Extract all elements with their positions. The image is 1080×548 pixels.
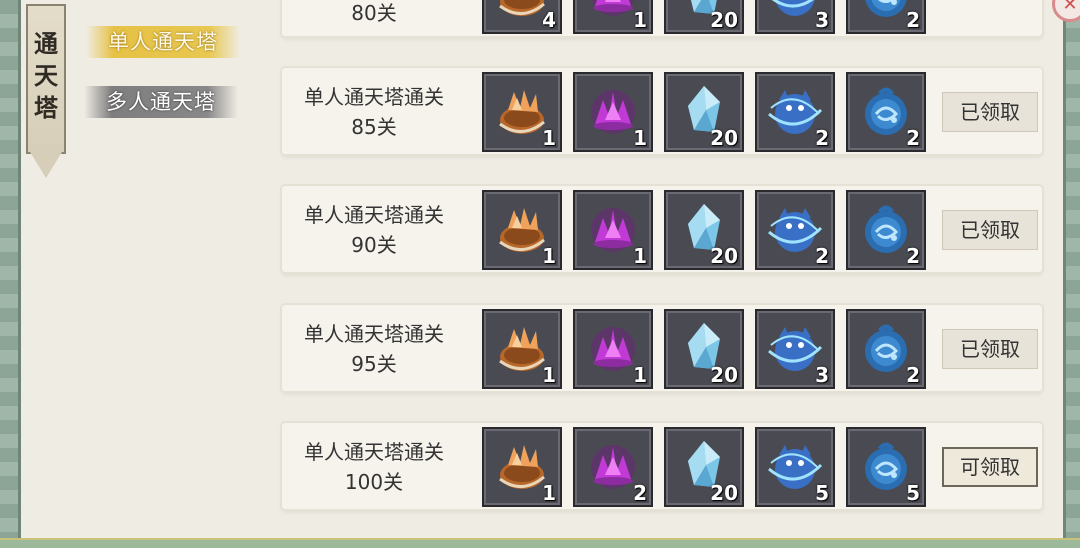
bottom-frame	[0, 538, 1080, 548]
item-count: 2	[906, 126, 920, 150]
reward-row: 单人通天塔通关 85关 已领取 1 1 20 2 2	[282, 68, 1042, 154]
reward-item-slot[interactable]: 1	[482, 309, 562, 389]
item-count: 20	[710, 244, 738, 268]
reward-item-slot[interactable]: 5	[755, 427, 835, 507]
item-count: 2	[815, 126, 829, 150]
item-count: 2	[906, 8, 920, 32]
reward-item-slot[interactable]: 20	[664, 72, 744, 152]
close-button[interactable]: ✕	[1052, 0, 1080, 22]
reward-item-slot[interactable]: 1	[573, 72, 653, 152]
item-count: 1	[542, 244, 556, 268]
reward-item-slot[interactable]: 2	[846, 190, 926, 270]
reward-item-slot[interactable]: 20	[664, 190, 744, 270]
tab-multi-tower[interactable]: 多人通天塔	[84, 86, 238, 118]
row-title-text: 单人通天塔通关	[304, 322, 444, 346]
reward-item-slot[interactable]: 2	[846, 72, 926, 152]
item-count: 5	[906, 481, 920, 505]
item-count: 3	[815, 363, 829, 387]
banner-char: 通	[34, 29, 58, 58]
left-frame	[0, 0, 21, 548]
reward-item-slot[interactable]: 1	[482, 72, 562, 152]
item-count: 1	[633, 244, 647, 268]
item-count: 2	[633, 481, 647, 505]
reward-item-slot[interactable]: 20	[664, 0, 744, 34]
reward-item-slot[interactable]: 3	[755, 309, 835, 389]
right-frame	[1063, 0, 1080, 548]
claimed-button[interactable]: 已领取	[942, 210, 1038, 250]
reward-item-slot[interactable]: 1	[482, 427, 562, 507]
item-count: 1	[633, 126, 647, 150]
reward-item-slot[interactable]: 20	[664, 309, 744, 389]
item-count: 4	[542, 8, 556, 32]
reward-item-slot[interactable]: 3	[755, 0, 835, 34]
reward-item-slot[interactable]: 2	[846, 309, 926, 389]
banner-char: 塔	[34, 93, 58, 122]
row-title: 单人通天塔通关 100关	[282, 437, 466, 497]
row-level: 80关	[351, 1, 397, 25]
reward-row-partial: 80关 4 1 20 3 2	[282, 0, 1042, 36]
reward-item-slot[interactable]: 1	[573, 190, 653, 270]
claimed-button[interactable]: 已领取	[942, 92, 1038, 132]
reward-row: 单人通天塔通关 95关 已领取 1 1 20 3 2	[282, 305, 1042, 391]
item-count: 2	[815, 244, 829, 268]
claimed-button[interactable]: 已领取	[942, 329, 1038, 369]
item-count: 1	[542, 481, 556, 505]
close-icon: ✕	[1062, 0, 1078, 15]
reward-item-slot[interactable]: 1	[482, 190, 562, 270]
item-count: 1	[633, 8, 647, 32]
row-title: 单人通天塔通关 90关	[282, 200, 466, 260]
row-title: 单人通天塔通关 85关	[282, 82, 466, 142]
item-count: 1	[542, 126, 556, 150]
reward-item-slot[interactable]: 1	[573, 0, 653, 34]
item-count: 20	[710, 363, 738, 387]
reward-item-slot[interactable]: 2	[846, 0, 926, 34]
claim-button[interactable]: 可领取	[942, 447, 1038, 487]
row-title: 单人通天塔通关 95关	[282, 319, 466, 379]
reward-item-slot[interactable]: 2	[573, 427, 653, 507]
reward-row: 单人通天塔通关 100关 可领取 1 2 20 5 5	[282, 423, 1042, 509]
tower-banner: 通 天 塔	[26, 4, 66, 154]
reward-item-slot[interactable]: 1	[573, 309, 653, 389]
item-count: 2	[906, 363, 920, 387]
item-count: 20	[710, 126, 738, 150]
row-level: 90关	[351, 233, 397, 257]
row-title-text: 单人通天塔通关	[304, 440, 444, 464]
reward-item-slot[interactable]: 20	[664, 427, 744, 507]
item-count: 2	[906, 244, 920, 268]
banner-char: 天	[34, 61, 58, 90]
banner-tail	[30, 152, 62, 178]
reward-row: 单人通天塔通关 90关 已领取 1 1 20 2 2	[282, 186, 1042, 272]
item-count: 3	[815, 8, 829, 32]
reward-item-slot[interactable]: 4	[482, 0, 562, 34]
row-level: 95关	[351, 352, 397, 376]
reward-item-slot[interactable]: 2	[755, 190, 835, 270]
tab-single-tower[interactable]: 单人通天塔	[86, 26, 240, 58]
row-level: 100关	[344, 470, 404, 494]
reward-item-slot[interactable]: 2	[755, 72, 835, 152]
item-count: 1	[542, 363, 556, 387]
row-title-text: 单人通天塔通关	[304, 85, 444, 109]
item-count: 1	[633, 363, 647, 387]
item-count: 20	[710, 481, 738, 505]
reward-item-slot[interactable]: 5	[846, 427, 926, 507]
item-count: 20	[710, 8, 738, 32]
row-title-text: 单人通天塔通关	[304, 203, 444, 227]
item-count: 5	[815, 481, 829, 505]
row-level: 85关	[351, 115, 397, 139]
